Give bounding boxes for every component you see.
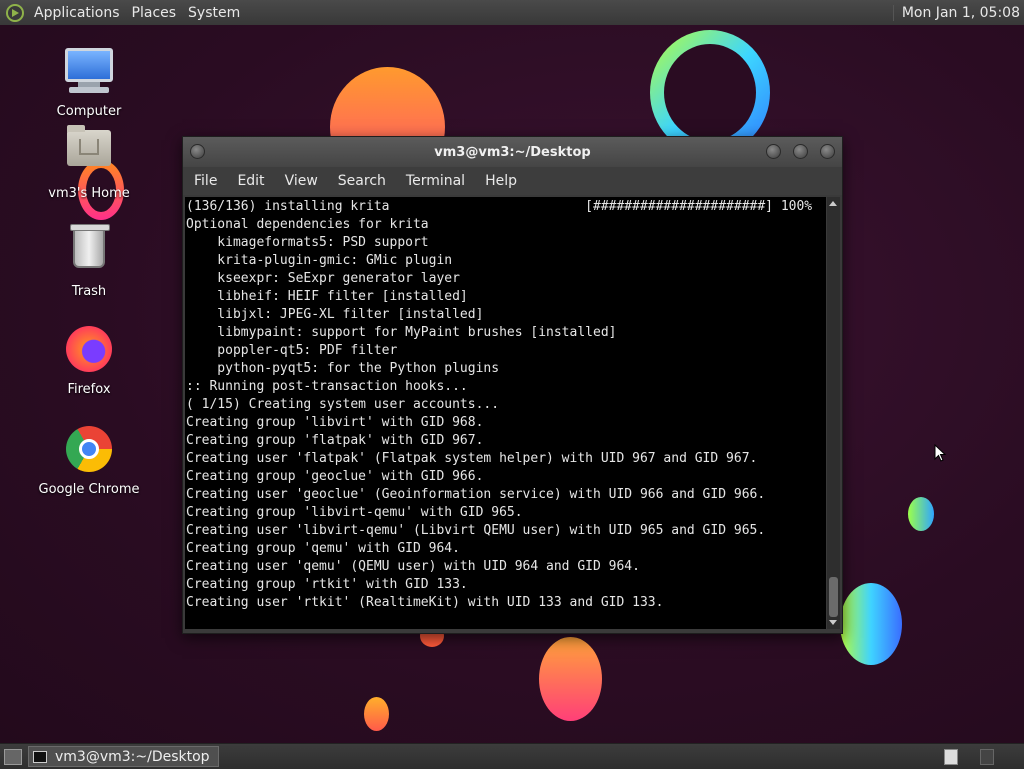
terminal-line: Creating user 'libvirt-qemu' (Libvirt QE…: [186, 523, 766, 538]
scrollbar-thumb[interactable]: [829, 577, 838, 617]
desktop-icon-computer[interactable]: Computer: [29, 44, 149, 119]
terminal-line: Creating user 'rtkit' (RealtimeKit) with…: [186, 595, 664, 610]
mouse-cursor-icon: [934, 443, 947, 466]
desktop-icon-label: Firefox: [67, 382, 111, 397]
decor-green-blob: [840, 583, 902, 665]
maximize-icon[interactable]: [793, 144, 808, 159]
computer-icon: [63, 48, 115, 100]
desktop-icon-home[interactable]: vm3's Home: [29, 124, 149, 201]
terminal-line: :: Running post-transaction hooks...: [186, 379, 468, 394]
bottom-panel: vm3@vm3:~/Desktop: [0, 743, 1024, 769]
desktop-icon-trash[interactable]: Trash: [29, 224, 149, 299]
mate-logo-icon[interactable]: [6, 3, 24, 22]
chrome-icon: [63, 426, 115, 478]
workspace-1[interactable]: [944, 749, 958, 765]
taskbar-item-terminal[interactable]: vm3@vm3:~/Desktop: [28, 746, 219, 767]
close-icon[interactable]: [820, 144, 835, 159]
terminal-line: (136/136) installing krita [############…: [186, 199, 813, 214]
clock[interactable]: Mon Jan 1, 05:08: [892, 4, 1024, 21]
terminal-text: (136/136) installing krita [############…: [185, 197, 826, 612]
menu-places[interactable]: Places: [128, 5, 185, 21]
terminal-line: Optional dependencies for krita: [186, 217, 429, 232]
decor-pink-blob: [539, 637, 602, 721]
show-desktop-icon[interactable]: [4, 748, 22, 765]
terminal-window[interactable]: vm3@vm3:~/Desktop File Edit View Search …: [182, 136, 843, 634]
terminal-output[interactable]: (136/136) installing krita [############…: [185, 197, 826, 629]
terminal-line: Creating group 'rtkit' with GID 133.: [186, 577, 468, 592]
desktop-icon-chrome[interactable]: Google Chrome: [29, 424, 149, 497]
menu-help[interactable]: Help: [474, 173, 526, 189]
terminal-line: Creating user 'geoclue' (Geoinformation …: [186, 487, 766, 502]
menu-search[interactable]: Search: [327, 173, 395, 189]
menu-file[interactable]: File: [183, 173, 226, 189]
terminal-line: ( 1/15) Creating system user accounts...: [186, 397, 500, 412]
window-menu-icon[interactable]: [190, 144, 205, 159]
desktop-icon-firefox[interactable]: Firefox: [29, 324, 149, 397]
terminal-line: kseexpr: SeExpr generator layer: [186, 271, 460, 286]
terminal-line: kimageformats5: PSD support: [186, 235, 429, 250]
menu-view[interactable]: View: [274, 173, 327, 189]
firefox-icon: [63, 326, 115, 378]
terminal-line: Creating user 'qemu' (QEMU user) with UI…: [186, 559, 640, 574]
terminal-line: libmypaint: support for MyPaint brushes …: [186, 325, 617, 340]
workspace-2[interactable]: [980, 749, 994, 765]
window-titlebar[interactable]: vm3@vm3:~/Desktop: [183, 137, 842, 167]
terminal-menubar: File Edit View Search Terminal Help: [183, 167, 842, 195]
terminal-line: Creating group 'libvirt' with GID 968.: [186, 415, 484, 430]
terminal-icon: [33, 750, 47, 763]
terminal-line: Creating group 'qemu' with GID 964.: [186, 541, 460, 556]
terminal-line: libjxl: JPEG-XL filter [installed]: [186, 307, 484, 322]
taskbar-item-label: vm3@vm3:~/Desktop: [55, 748, 210, 765]
terminal-line: Creating group 'geoclue' with GID 966.: [186, 469, 484, 484]
terminal-line: Creating group 'flatpak' with GID 967.: [186, 433, 484, 448]
terminal-line: python-pyqt5: for the Python plugins: [186, 361, 500, 376]
terminal-line: Creating group 'libvirt-qemu' with GID 9…: [186, 505, 523, 520]
trash-icon: [63, 224, 115, 280]
terminal-line: krita-plugin-gmic: GMic plugin: [186, 253, 453, 268]
menu-terminal[interactable]: Terminal: [395, 173, 474, 189]
scroll-down-icon[interactable]: [829, 620, 837, 625]
decor-orange-blob-small: [364, 697, 389, 731]
menu-applications[interactable]: Applications: [30, 5, 128, 21]
minimize-icon[interactable]: [766, 144, 781, 159]
terminal-line: Creating user 'flatpak' (Flatpak system …: [186, 451, 758, 466]
terminal-line: poppler-qt5: PDF filter: [186, 343, 398, 358]
desktop-icon-label: Trash: [71, 284, 107, 299]
menu-system[interactable]: System: [184, 5, 248, 21]
decor-green-blob-small: [908, 497, 934, 531]
window-title: vm3@vm3:~/Desktop: [434, 144, 591, 160]
menu-edit[interactable]: Edit: [226, 173, 273, 189]
home-folder-icon: [63, 125, 115, 182]
top-panel: Applications Places System Mon Jan 1, 05…: [0, 0, 1024, 26]
terminal-scrollbar[interactable]: [827, 197, 840, 629]
terminal-line: libheif: HEIF filter [installed]: [186, 289, 468, 304]
desktop-icon-label: vm3's Home: [48, 186, 130, 201]
desktop-icon-label: Computer: [56, 104, 122, 119]
scroll-up-icon[interactable]: [829, 201, 837, 206]
desktop-icon-label: Google Chrome: [38, 482, 140, 497]
